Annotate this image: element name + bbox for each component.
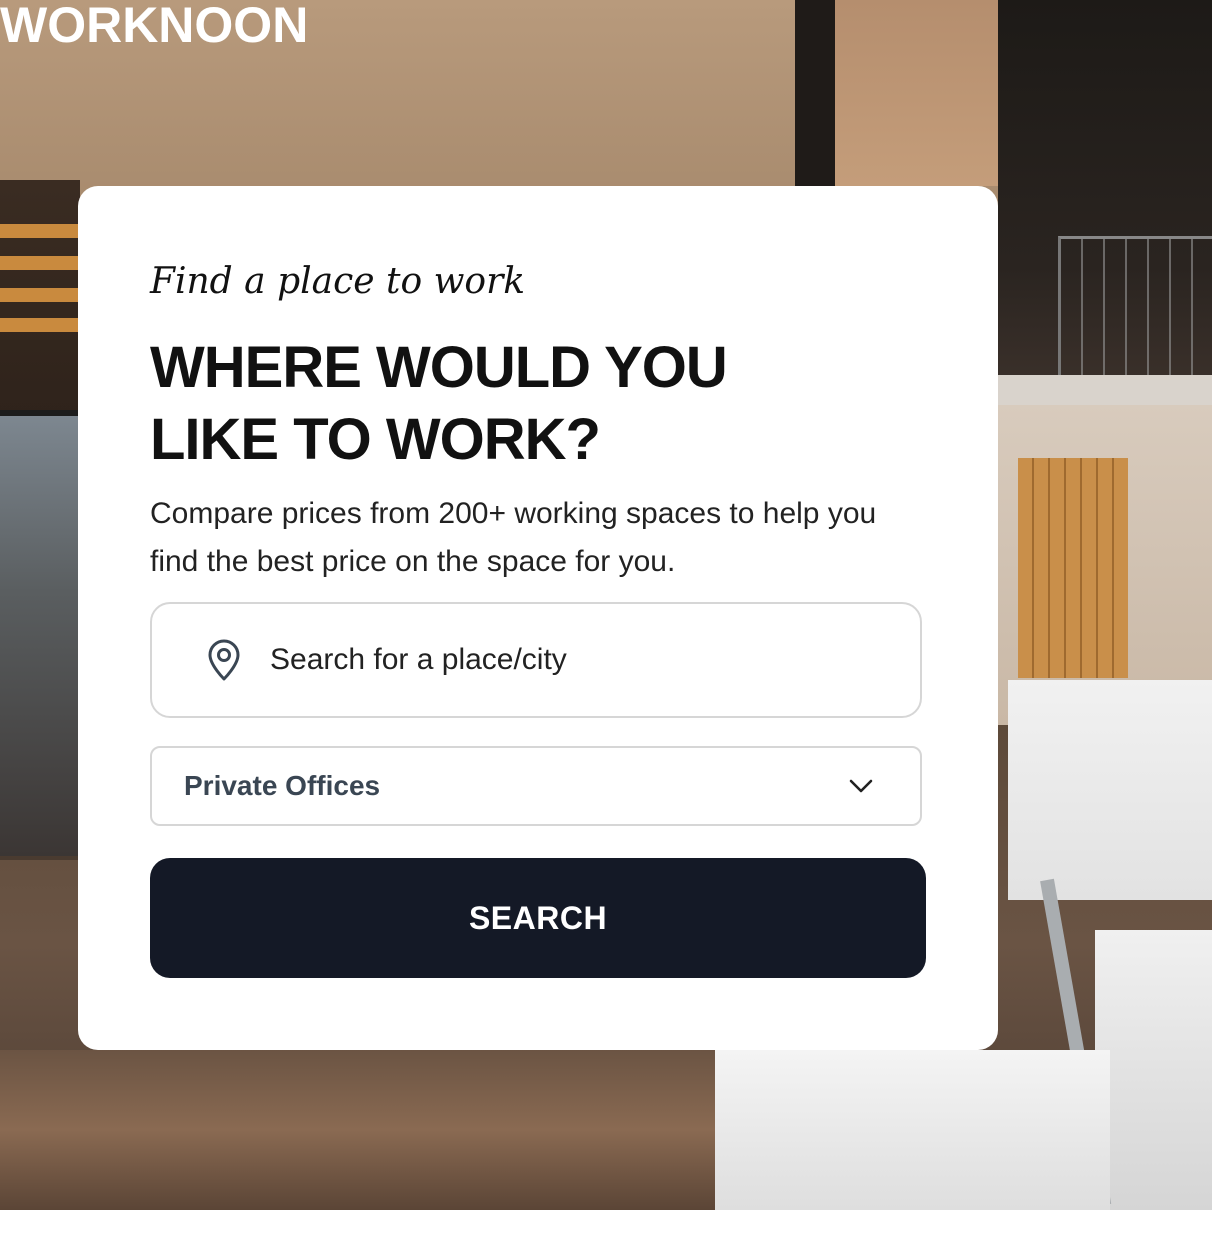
background-slat [0,318,80,332]
background-beam [795,0,835,186]
description: Compare prices from 200+ working spaces … [150,497,877,578]
page-title: WHERE WOULD YOU LIKE TO WORK? [150,332,850,476]
search-input[interactable] [270,643,870,677]
background-balcony [998,375,1212,405]
background-wood-panel [1018,458,1128,678]
space-type-select[interactable]: Private Offices [150,746,922,826]
page-title-line-1: WHERE WOULD YOU [150,335,728,400]
background-desk [1008,680,1212,900]
background-slat [0,288,80,302]
background-slat [0,224,80,238]
brand-logo[interactable]: WORKNOON [0,0,308,56]
search-card: Find a place to work WHERE WOULD YOU LIK… [78,186,998,1050]
location-search-field[interactable] [150,602,922,718]
page-title-line-2: LIKE TO WORK? [150,407,601,472]
map-pin-icon [204,638,244,682]
background-wall [835,0,1000,186]
tagline: Find a place to work [150,261,526,302]
search-button[interactable]: SEARCH [150,858,926,978]
background-cabinet [1095,930,1212,1210]
background-window [0,410,78,856]
background-railing [1058,236,1212,379]
hero-background: WORKNOON Find a place to work WHERE WOUL… [0,0,1212,1210]
chevron-down-icon [848,778,874,794]
background-floor [0,1050,715,1210]
space-type-selected-value: Private Offices [184,770,381,801]
background-slat [0,256,80,270]
background-cabinet-front [715,1050,1110,1210]
